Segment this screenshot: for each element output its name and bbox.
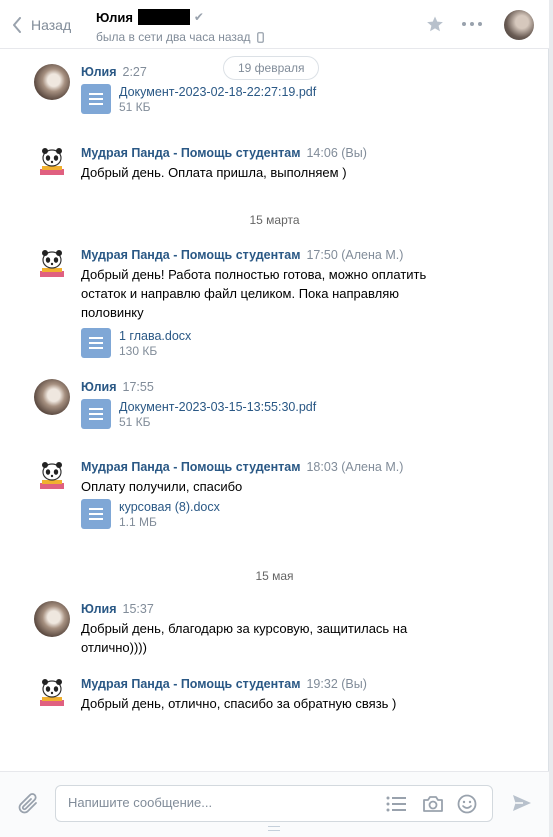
- star-icon[interactable]: [426, 15, 444, 33]
- date-separator: 15 мая: [255, 569, 294, 583]
- author-name[interactable]: Мудрая Панда - Помощь студентам: [81, 248, 300, 262]
- chevron-left-icon: [13, 17, 21, 33]
- avatar[interactable]: [34, 145, 70, 181]
- message-input-box[interactable]: [55, 785, 493, 822]
- document-attachment[interactable]: Документ-2023-03-15-13:55:30.pdf 51 КБ: [81, 399, 501, 431]
- back-button[interactable]: Назад: [12, 14, 71, 36]
- paperclip-icon[interactable]: [18, 792, 40, 816]
- panda-icon: [40, 462, 64, 489]
- message-time[interactable]: 15:37: [123, 602, 154, 616]
- message-time[interactable]: 17:50: [306, 248, 337, 262]
- author-name[interactable]: Юлия: [81, 65, 117, 79]
- camera-icon[interactable]: [422, 794, 444, 814]
- panda-icon: [40, 250, 64, 277]
- more-icon[interactable]: [462, 22, 482, 26]
- sender-note: (Алена М.): [341, 248, 404, 262]
- date-separator: 15 марта: [249, 213, 300, 227]
- message-text: Оплату получили, спасибо: [81, 479, 243, 494]
- document-attachment[interactable]: курсовая (8).docx 1.1 МБ: [81, 499, 501, 531]
- contact-name: Юлия: [96, 9, 133, 25]
- back-label: Назад: [31, 17, 72, 33]
- message-text: Добрый день! Работа полностью готова, мо…: [81, 267, 427, 320]
- online-status: была в сети два часа назад: [96, 30, 251, 44]
- verified-icon: ✔: [193, 10, 204, 24]
- avatar[interactable]: [34, 379, 70, 415]
- resize-handle[interactable]: [268, 826, 280, 831]
- document-name[interactable]: Документ-2023-03-15-13:55:30.pdf: [119, 399, 316, 415]
- document-size: 1.1 МБ: [119, 515, 157, 529]
- send-icon[interactable]: [512, 794, 532, 812]
- author-name[interactable]: Мудрая Панда - Помощь студентам: [81, 460, 300, 474]
- document-name[interactable]: Документ-2023-02-18-22:27:19.pdf: [119, 84, 316, 100]
- sender-note: (Алена М.): [341, 460, 404, 474]
- smile-icon[interactable]: [457, 794, 477, 814]
- panda-icon: [40, 148, 64, 175]
- panda-icon: [40, 679, 64, 706]
- chat-header: Назад Юлия ✔ была в сети два часа назад: [0, 0, 549, 49]
- document-icon: [81, 499, 111, 529]
- message-time[interactable]: 14:06: [306, 146, 337, 160]
- chat-title[interactable]: Юлия ✔ была в сети два часа назад: [96, 8, 264, 44]
- document-name[interactable]: 1 глава.docx: [119, 328, 191, 344]
- avatar[interactable]: [34, 247, 70, 283]
- author-name[interactable]: Юлия: [81, 602, 117, 616]
- document-size: 130 КБ: [119, 344, 158, 358]
- chat-window: Назад Юлия ✔ была в сети два часа назад …: [0, 0, 549, 837]
- document-icon: [81, 328, 111, 358]
- header-avatar[interactable]: [504, 10, 534, 40]
- avatar[interactable]: [34, 459, 70, 495]
- message-time[interactable]: 2:27: [123, 65, 147, 79]
- document-icon: [81, 399, 111, 429]
- avatar[interactable]: [34, 64, 70, 100]
- sender-note: (Вы): [341, 677, 367, 691]
- message-time[interactable]: 19:32: [306, 677, 337, 691]
- avatar[interactable]: [34, 676, 70, 712]
- document-icon: [81, 84, 111, 114]
- author-name[interactable]: Мудрая Панда - Помощь студентам: [81, 146, 300, 160]
- document-name[interactable]: курсовая (8).docx: [119, 499, 220, 515]
- avatar[interactable]: [34, 601, 70, 637]
- message-time[interactable]: 17:55: [123, 380, 154, 394]
- message-text: Добрый день, благодарю за курсовую, защи…: [81, 621, 408, 655]
- list-icon[interactable]: [386, 796, 406, 812]
- document-attachment[interactable]: 1 глава.docx 130 КБ: [81, 328, 501, 360]
- author-name[interactable]: Юлия: [81, 380, 117, 394]
- message-input[interactable]: [68, 795, 368, 810]
- message-time[interactable]: 18:03: [306, 460, 337, 474]
- redacted-name: [137, 9, 190, 25]
- message-text: Добрый день, отлично, спасибо за обратну…: [81, 696, 397, 711]
- document-attachment[interactable]: Документ-2023-02-18-22:27:19.pdf 51 КБ: [81, 84, 501, 116]
- author-name[interactable]: Мудрая Панда - Помощь студентам: [81, 677, 300, 691]
- sender-note: (Вы): [341, 146, 367, 160]
- message-text: Добрый день. Оплата пришла, выполняем ): [81, 165, 347, 180]
- document-size: 51 КБ: [119, 100, 151, 114]
- phone-icon: [256, 31, 264, 43]
- document-size: 51 КБ: [119, 415, 151, 429]
